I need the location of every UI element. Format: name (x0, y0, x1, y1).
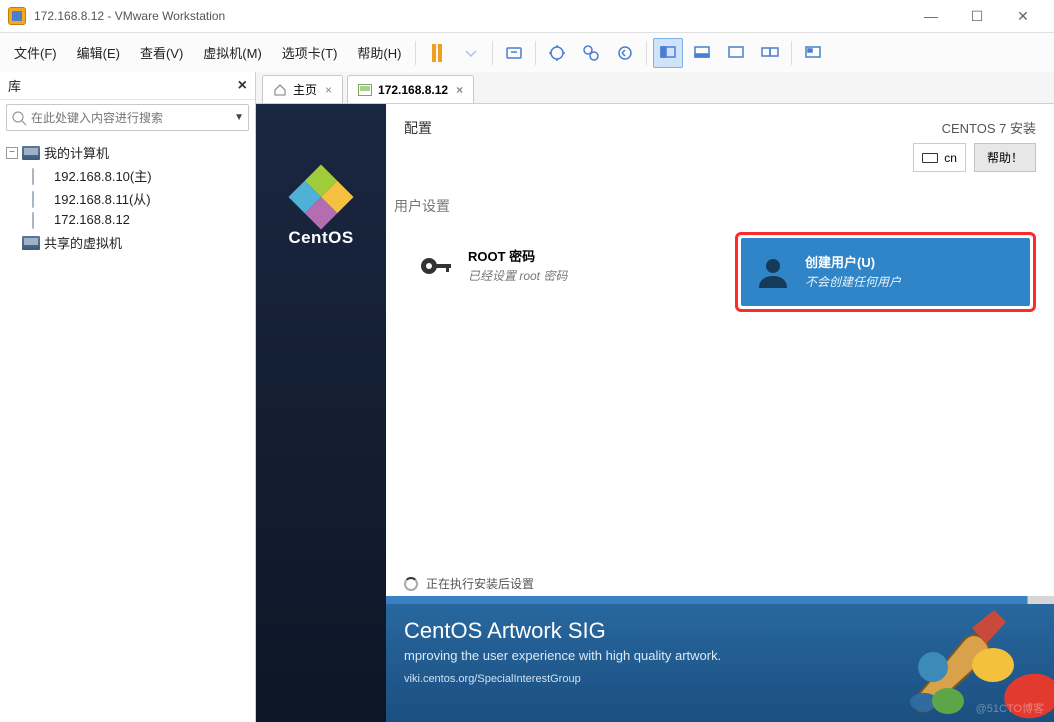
create-user-title: 创建用户(U) (805, 252, 901, 271)
menu-edit[interactable]: 编辑(E) (67, 37, 130, 68)
vm-icon (358, 84, 372, 96)
library-tree: − 我的计算机 192.168.8.10(主) 192.168.8.11(从) … (0, 135, 255, 260)
tree-label: 共享的虚拟机 (44, 233, 122, 252)
installer-sidebar: CentOS (256, 104, 386, 722)
menu-vm[interactable]: 虚拟机(M) (193, 37, 272, 68)
tab-active-vm[interactable]: 172.168.8.12 × (347, 75, 474, 103)
user-settings-heading: 用户设置 (386, 178, 1054, 222)
tab-label: 主页 (293, 81, 317, 98)
create-user-card[interactable]: 创建用户(U) 不会创建任何用户 (741, 238, 1030, 306)
paint-blob-yellow (972, 648, 1014, 682)
tab-close-icon[interactable]: × (325, 83, 332, 97)
tab-label: 172.168.8.12 (378, 83, 448, 97)
search-dropdown-icon[interactable]: ▼ (234, 112, 244, 123)
installer-product: CENTOS 7 安装 (942, 118, 1036, 137)
titlebar: 172.168.8.12 - VMware Workstation ― ☐ ✕ (0, 0, 1054, 32)
multimonitor-icon[interactable] (755, 38, 785, 68)
tree-vm-item[interactable]: 172.168.8.12 (32, 210, 251, 229)
separator (492, 41, 493, 65)
menu-view[interactable]: 查看(V) (130, 37, 193, 68)
library-title: 库 (8, 76, 21, 95)
artwork-banner: CentOS Artwork SIG mproving the user exp… (386, 604, 1054, 722)
tree-vm-label: 192.168.8.10(主) (54, 166, 152, 185)
key-icon (416, 246, 456, 286)
vm-icon (32, 168, 34, 185)
keyboard-layout-button[interactable]: cn (913, 143, 966, 172)
thumbnail-icon[interactable] (798, 38, 828, 68)
tab-strip: 主页 × 172.168.8.12 × (256, 72, 1054, 104)
progress-bar (386, 596, 1054, 604)
tab-home[interactable]: 主页 × (262, 75, 343, 103)
snapshot-manager-icon[interactable] (576, 38, 606, 68)
window-title: 172.168.8.12 - VMware Workstation (34, 9, 225, 23)
close-library-button[interactable]: × (238, 77, 247, 95)
app-icon (8, 7, 26, 25)
separator (535, 41, 536, 65)
pause-vm-button[interactable] (422, 38, 452, 68)
paint-blob-green (932, 688, 964, 714)
home-icon (273, 83, 287, 97)
keyboard-layout-label: cn (944, 151, 957, 165)
unity-view-icon[interactable] (687, 38, 717, 68)
power-dropdown-icon[interactable] (456, 38, 486, 68)
menu-file[interactable]: 文件(F) (4, 37, 67, 68)
revert-snapshot-icon[interactable] (610, 38, 640, 68)
root-password-subtitle: 已经设置 root 密码 (468, 267, 567, 284)
library-search[interactable]: ▼ (6, 104, 249, 131)
spinner-icon (404, 577, 418, 591)
tree-vm-label: 192.168.8.11(从) (54, 189, 151, 208)
centos-logo-icon (288, 164, 353, 229)
watermark-text: @51CTO博客 (976, 700, 1044, 716)
collapse-icon[interactable]: − (6, 147, 18, 159)
user-icon (753, 252, 793, 292)
tree-my-computer[interactable]: − 我的计算机 (4, 141, 251, 164)
installer-content: 配置 CENTOS 7 安装 cn 帮助！ (386, 104, 1054, 722)
library-sidebar: 库 × ▼ − 我的计算机 192.168.8.10(主) (0, 72, 256, 722)
main-area: 主页 × 172.168.8.12 × CentOS 配置 (256, 72, 1054, 722)
menu-help[interactable]: 帮助(H) (347, 37, 411, 68)
progress-text: 正在执行安装后设置 (426, 575, 534, 592)
keyboard-icon (922, 153, 938, 163)
separator (791, 41, 792, 65)
paint-blob-blue (918, 652, 948, 682)
close-button[interactable]: ✕ (1000, 0, 1046, 32)
menubar: 文件(F) 编辑(E) 查看(V) 虚拟机(M) 选项卡(T) 帮助(H) (0, 32, 1054, 72)
separator (415, 41, 416, 65)
shared-icon (22, 236, 40, 250)
root-password-title: ROOT 密码 (468, 246, 567, 265)
search-input[interactable] (31, 111, 230, 125)
search-icon (11, 110, 27, 126)
vm-viewport[interactable]: CentOS 配置 CENTOS 7 安装 cn 帮助 (256, 104, 1054, 722)
host-icon (22, 146, 40, 160)
vm-icon (32, 191, 34, 208)
centos-brand: CentOS (288, 228, 353, 248)
window-controls: ― ☐ ✕ (908, 0, 1046, 32)
tree-vm-label: 172.168.8.12 (54, 212, 130, 227)
fullscreen-icon[interactable] (721, 38, 751, 68)
tab-close-icon[interactable]: × (456, 83, 463, 97)
vm-icon (32, 212, 34, 229)
console-view-icon[interactable] (653, 38, 683, 68)
highlight-box: 创建用户(U) 不会创建任何用户 (735, 232, 1036, 312)
progress-status: 正在执行安装后设置 (386, 569, 1054, 592)
help-button[interactable]: 帮助！ (974, 143, 1036, 172)
tree-vm-item[interactable]: 192.168.8.10(主) (32, 164, 251, 187)
tree-label: 我的计算机 (44, 143, 109, 162)
root-password-card[interactable]: ROOT 密码 已经设置 root 密码 (404, 232, 717, 312)
create-user-subtitle: 不会创建任何用户 (805, 273, 901, 290)
installer-heading: 配置 (404, 118, 432, 172)
maximize-button[interactable]: ☐ (954, 0, 1000, 32)
minimize-button[interactable]: ― (908, 0, 954, 32)
send-ctrl-alt-del-icon[interactable] (499, 38, 529, 68)
tree-shared-vms[interactable]: 共享的虚拟机 (4, 231, 251, 254)
tree-vm-item[interactable]: 192.168.8.11(从) (32, 187, 251, 210)
library-header: 库 × (0, 72, 255, 100)
separator (646, 41, 647, 65)
menu-tabs[interactable]: 选项卡(T) (272, 37, 348, 68)
snapshot-icon[interactable] (542, 38, 572, 68)
